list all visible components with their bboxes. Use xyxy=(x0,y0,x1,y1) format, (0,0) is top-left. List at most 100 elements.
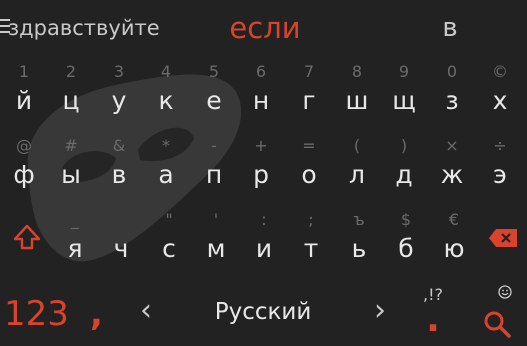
key-д[interactable]: ) д xyxy=(385,136,423,204)
key-ю[interactable]: € ю xyxy=(435,210,473,278)
key-я[interactable]: _ я xyxy=(56,210,94,278)
key-label: ч xyxy=(113,234,129,263)
key-label: ш xyxy=(345,86,369,115)
numbers-key[interactable]: 123 xyxy=(4,285,74,343)
key-label: т xyxy=(303,234,319,263)
key-е[interactable]: 5е xyxy=(195,62,233,130)
key-р[interactable]: + р xyxy=(242,136,280,204)
key-с[interactable]: " с xyxy=(150,210,188,278)
key-hint: 7 xyxy=(303,62,315,81)
key-row-3: _ я ч " с ' м :и ; т ъь $ б € ю xyxy=(0,210,527,278)
key-ш[interactable]: 8ш xyxy=(338,62,376,130)
keyboard: здравствуйте если в 1й 2ц 3у 4к 5е 6н 7г… xyxy=(0,0,527,346)
period-label: . xyxy=(426,299,440,340)
key-ж[interactable]: × ж xyxy=(433,136,471,204)
key-hint: × xyxy=(445,136,459,155)
language-spacebar[interactable]: Русский xyxy=(198,285,328,343)
key-ч[interactable]: ч xyxy=(102,210,140,278)
key-hint: 6 xyxy=(255,62,267,81)
key-label: м xyxy=(206,234,226,263)
key-label: э xyxy=(493,160,507,189)
key-hint: 4 xyxy=(160,62,172,81)
key-ц[interactable]: 2ц xyxy=(52,62,90,130)
key-й[interactable]: 1й xyxy=(5,62,43,130)
key-label: г xyxy=(302,86,316,115)
key-hint: " xyxy=(165,210,173,229)
suggestion-strip: здравствуйте если в xyxy=(0,0,527,56)
key-label: и xyxy=(255,234,273,263)
key-hint: * xyxy=(162,136,170,155)
backspace-icon[interactable] xyxy=(488,228,518,248)
key-label: ц xyxy=(62,86,80,115)
key-м[interactable]: ' м xyxy=(197,210,235,278)
key-hint: _ xyxy=(71,210,79,229)
key-hint: 5 xyxy=(208,62,220,81)
key-label: я xyxy=(67,234,83,263)
suggestion-left[interactable]: здравствуйте xyxy=(0,0,160,56)
shift-arrow-icon[interactable] xyxy=(12,223,42,251)
key-ы[interactable]: # ы xyxy=(52,136,90,204)
key-у[interactable]: 3у xyxy=(100,62,138,130)
key-hint: © xyxy=(492,62,508,81)
key-hint: @ xyxy=(16,136,32,155)
key-б[interactable]: $ б xyxy=(387,210,425,278)
smiley-icon xyxy=(498,285,512,299)
key-hint: ъ xyxy=(353,210,365,229)
key-label: ф xyxy=(13,160,35,189)
suggestion-right[interactable]: в xyxy=(420,0,480,56)
suggestion-center[interactable]: если xyxy=(190,0,340,56)
key-э[interactable]: ÷ э xyxy=(481,136,519,204)
key-т[interactable]: ; т xyxy=(292,210,330,278)
key-ь[interactable]: ъь xyxy=(340,210,378,278)
key-в[interactable]: & в xyxy=(100,136,138,204)
key-ф[interactable]: @ ф xyxy=(5,136,43,204)
chevron-right-icon[interactable]: › xyxy=(365,285,395,343)
key-hint: & xyxy=(112,136,126,155)
search-key[interactable] xyxy=(478,285,518,343)
key-х[interactable]: © х xyxy=(481,62,519,130)
key-label: у xyxy=(111,86,127,115)
key-hint: - xyxy=(211,136,217,155)
key-label: ь xyxy=(351,234,367,263)
key-г[interactable]: 7г xyxy=(290,62,328,130)
key-и[interactable]: :и xyxy=(245,210,283,278)
key-hint: 8 xyxy=(351,62,363,81)
key-к[interactable]: 4к xyxy=(147,62,185,130)
key-hint: ) xyxy=(400,136,408,155)
key-label: а xyxy=(158,160,174,189)
key-label: о xyxy=(301,160,317,189)
key-л[interactable]: (л xyxy=(338,136,376,204)
key-hint: + xyxy=(254,136,268,155)
key-hint: : xyxy=(261,210,267,229)
key-label: ю xyxy=(443,234,465,263)
chevron-left-icon[interactable]: ‹ xyxy=(131,285,161,343)
key-hint: 2 xyxy=(65,62,77,81)
key-н[interactable]: 6н xyxy=(242,62,280,130)
key-label: д xyxy=(395,160,413,189)
period-key[interactable]: ,!? . xyxy=(418,285,448,343)
key-hint: 0 xyxy=(446,62,458,81)
key-hint: 1 xyxy=(18,62,30,81)
key-а[interactable]: * а xyxy=(147,136,185,204)
key-hint: $ xyxy=(400,210,412,229)
key-hint: ÷ xyxy=(493,136,507,155)
key-з[interactable]: 0з xyxy=(433,62,471,130)
key-hint: ; xyxy=(308,210,314,229)
key-п[interactable]: -п xyxy=(195,136,233,204)
key-label: щ xyxy=(392,86,416,115)
key-label: е xyxy=(206,86,222,115)
key-label: р xyxy=(253,160,269,189)
key-hint: # xyxy=(64,136,78,155)
comma-key[interactable]: , xyxy=(90,285,110,343)
key-о[interactable]: = о xyxy=(290,136,328,204)
key-hint: 3 xyxy=(113,62,125,81)
key-щ[interactable]: 9щ xyxy=(385,62,423,130)
key-hint: ' xyxy=(213,210,219,229)
key-hint: € xyxy=(448,210,460,229)
key-label: с xyxy=(162,234,176,263)
search-icon xyxy=(484,311,511,338)
key-label: з xyxy=(445,86,459,115)
key-row-2: @ ф # ы & в * а -п + р = о (л ) д × ж ÷ э xyxy=(0,136,527,204)
key-hint: 9 xyxy=(398,62,410,81)
key-label: х xyxy=(492,86,508,115)
